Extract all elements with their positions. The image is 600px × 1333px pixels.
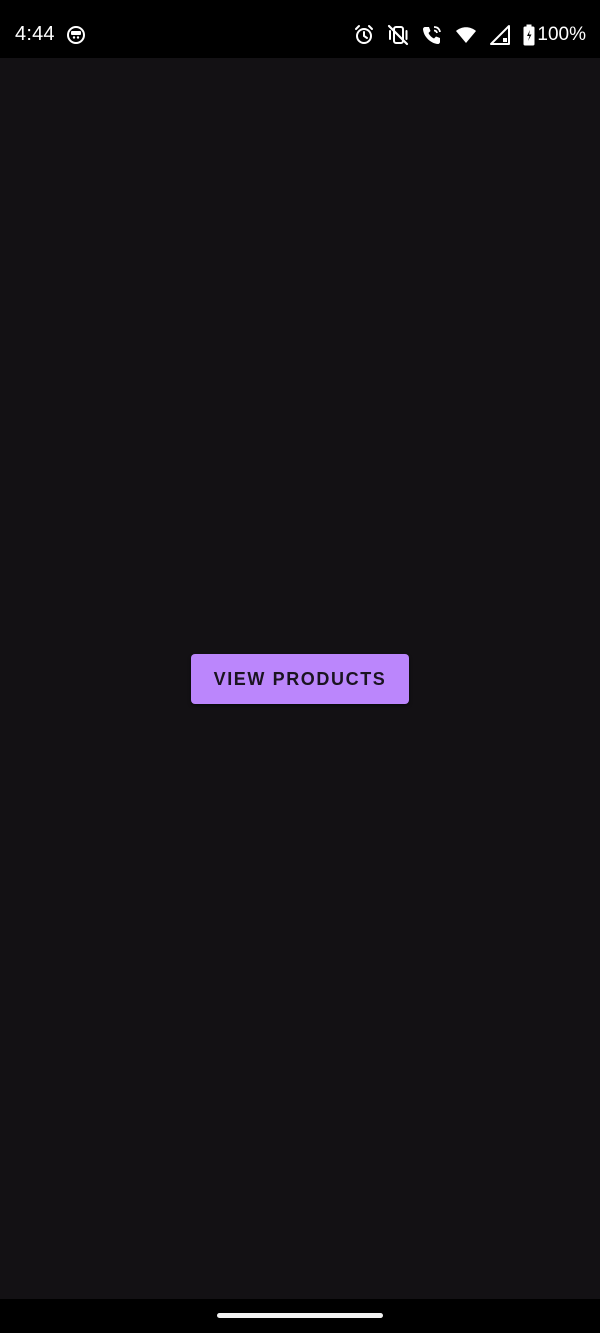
status-bar: 4:44 100% xyxy=(0,0,600,58)
wifi-icon xyxy=(455,24,477,46)
cellular-signal-icon xyxy=(489,24,511,46)
notification-app-icon xyxy=(66,25,86,45)
battery-icon xyxy=(523,24,535,46)
wifi-calling-icon xyxy=(421,24,443,46)
alarm-icon xyxy=(353,24,375,46)
navigation-bar xyxy=(0,1299,600,1333)
battery-percent: 100% xyxy=(537,24,586,45)
vibrate-off-icon xyxy=(387,24,409,46)
home-gesture-handle[interactable] xyxy=(217,1313,383,1318)
status-icons: 100% xyxy=(353,22,586,48)
status-time: 4:44 xyxy=(15,23,55,45)
app-screen: 4:44 100% VIEW PRODUCTS xyxy=(0,0,600,1333)
main-content: VIEW PRODUCTS xyxy=(0,58,600,1299)
view-products-button[interactable]: VIEW PRODUCTS xyxy=(191,654,409,704)
